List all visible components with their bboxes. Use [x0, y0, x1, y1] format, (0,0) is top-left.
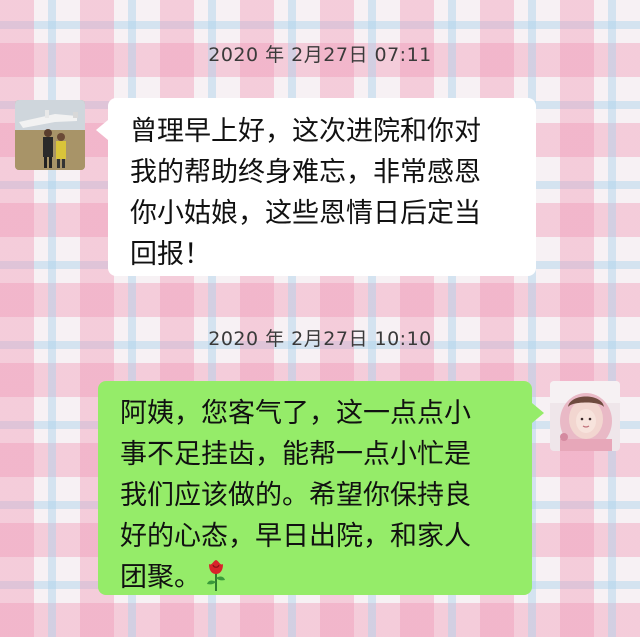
sender-avatar[interactable]	[15, 100, 85, 170]
message-text-line: 阿姨，您客气了，这一点点小	[120, 398, 471, 429]
message-text-line: 我的帮助终身难忘，非常感恩	[130, 157, 481, 188]
message-text-line: 事不足挂齿，能帮一点小忙是	[120, 439, 471, 470]
message-text-line: 我们应该做的。希望你保持良	[120, 480, 471, 511]
my-avatar[interactable]	[550, 381, 620, 451]
message-timestamp: 2020 年 2月27日 10:10	[208, 328, 432, 350]
girl-pink-avatar-icon	[550, 381, 620, 451]
rose-icon	[207, 560, 225, 591]
message-text-line: 你小姑娘，这些恩情日后定当	[130, 198, 481, 229]
message-text-line: 回报！	[130, 239, 211, 270]
message-text-line: 曾理早上好，这次进院和你对	[130, 116, 481, 147]
person-with-airplane-avatar-icon	[15, 100, 85, 170]
message-timestamp: 2020 年 2月27日 07:11	[208, 44, 432, 66]
received-message-bubble[interactable]: 曾理早上好，这次进院和你对 我的帮助终身难忘，非常感恩 你小姑娘，这些恩情日后定…	[96, 98, 536, 276]
message-text-line: 团聚。	[120, 562, 201, 593]
sent-message-bubble[interactable]: 阿姨，您客气了，这一点点小 事不足挂齿，能帮一点小忙是 我们应该做的。希望你保持…	[98, 381, 544, 595]
message-text-line: 好的心态，早日出院，和家人	[120, 521, 471, 552]
